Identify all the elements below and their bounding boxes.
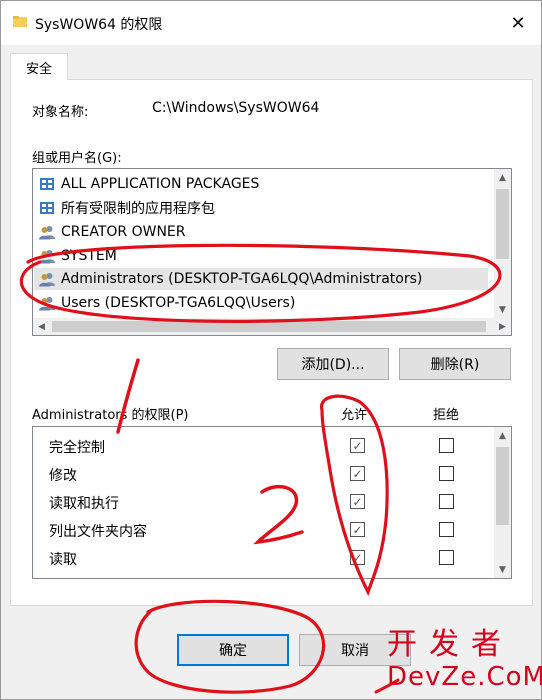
scroll-down-icon[interactable]: ▼: [494, 301, 511, 318]
watermark-line-2: DevZe.CoM: [387, 662, 542, 692]
groups-label: 组或用户名(G):: [32, 151, 122, 166]
list-item-label: ALL APPLICATION PACKAGES: [61, 176, 260, 192]
scroll-thumb[interactable]: [496, 447, 509, 525]
allow-checkbox[interactable]: ✓: [350, 522, 365, 537]
users-icon: [39, 297, 55, 311]
watermark-logo: 开发者 DevZe.CoM: [385, 627, 542, 698]
deny-checkbox[interactable]: [439, 466, 454, 481]
list-item[interactable]: 所有受限制的应用程序包: [39, 197, 489, 219]
allow-checkbox[interactable]: ✓: [350, 494, 365, 509]
object-name-label: 对象名称:: [32, 105, 89, 120]
object-name-value: C:\Windows\SysWOW64: [152, 100, 320, 116]
list-item-label: 所有受限制的应用程序包: [61, 201, 215, 217]
permission-name: 完全控制: [49, 440, 105, 456]
groups-listbox[interactable]: ALL APPLICATION PACKAGES 所有受限制的应用程序包 CRE…: [32, 168, 512, 336]
users-icon: [39, 226, 55, 240]
checkmark-icon: ✓: [352, 550, 363, 565]
permissions-list: 完全控制 ✓ 修改 ✓ 读取和执行 ✓ 列出文件夹内容 ✓ 读取 ✓ ▲ ▼: [32, 426, 512, 579]
users-icon: [39, 250, 55, 264]
scroll-up-icon[interactable]: ▲: [494, 427, 511, 444]
scroll-thumb[interactable]: [496, 189, 509, 259]
window-title: SysWOW64 的权限: [35, 17, 163, 33]
list-item-selected[interactable]: Administrators (DESKTOP-TGA6LQQ\Administ…: [34, 268, 488, 290]
permission-row: 列出文件夹内容 ✓: [33, 516, 493, 544]
permission-row: 修改 ✓: [33, 460, 493, 488]
groups-vertical-scrollbar[interactable]: ▲ ▼: [494, 169, 511, 318]
close-button[interactable]: ✕: [495, 1, 541, 45]
list-item[interactable]: ALL APPLICATION PACKAGES: [39, 173, 489, 195]
app-package-icon: [40, 202, 54, 214]
scroll-up-icon[interactable]: ▲: [494, 169, 511, 186]
cancel-button-label: 取消: [341, 643, 369, 659]
folder-icon: [13, 16, 27, 27]
allow-header: 允许: [341, 408, 368, 423]
remove-button-label: 删除(R): [430, 357, 480, 373]
permission-name: 修改: [49, 468, 77, 484]
permission-row: 完全控制 ✓: [33, 432, 493, 460]
groups-horizontal-scrollbar[interactable]: ◀ ▶: [33, 318, 511, 335]
add-button[interactable]: 添加(D)...: [277, 348, 389, 380]
allow-checkbox[interactable]: ✓: [350, 438, 365, 453]
list-item[interactable]: SYSTEM: [39, 245, 489, 267]
app-package-icon: [40, 178, 54, 190]
permission-name: 列出文件夹内容: [49, 524, 147, 540]
tab-security[interactable]: 安全: [10, 53, 68, 80]
permission-row: 读取和执行 ✓: [33, 488, 493, 516]
deny-checkbox[interactable]: [439, 550, 454, 565]
watermark-line-1: 开发者: [387, 627, 513, 662]
add-button-label: 添加(D)...: [301, 357, 365, 373]
checkmark-icon: ✓: [352, 438, 363, 453]
deny-header: 拒绝: [433, 408, 460, 423]
scroll-right-icon[interactable]: ▶: [494, 318, 511, 335]
allow-checkbox[interactable]: ✓: [350, 550, 365, 565]
list-item-label: SYSTEM: [61, 248, 117, 264]
allow-checkbox[interactable]: ✓: [350, 466, 365, 481]
checkmark-icon: ✓: [352, 494, 363, 509]
deny-checkbox[interactable]: [439, 522, 454, 537]
permissions-dialog: SysWOW64 的权限 ✕ 安全 对象名称: C:\Windows\SysWO…: [0, 0, 542, 700]
checkmark-icon: ✓: [352, 522, 363, 537]
tab-security-label: 安全: [25, 61, 52, 77]
scroll-down-icon[interactable]: ▼: [494, 561, 511, 578]
scroll-left-icon[interactable]: ◀: [33, 318, 50, 335]
permission-row: 读取 ✓: [33, 544, 493, 572]
ok-button-label: 确定: [219, 643, 247, 659]
permissions-label: Administrators 的权限(P): [32, 408, 189, 423]
list-item-label: CREATOR OWNER: [61, 224, 186, 240]
title-bar: SysWOW64 的权限 ✕: [1, 1, 541, 45]
list-item-label: Users (DESKTOP-TGA6LQQ\Users): [61, 295, 296, 311]
permissions-vertical-scrollbar[interactable]: ▲ ▼: [494, 427, 511, 578]
close-icon: ✕: [510, 12, 526, 34]
checkmark-icon: ✓: [352, 466, 363, 481]
ok-button[interactable]: 确定: [177, 634, 289, 666]
deny-checkbox[interactable]: [439, 494, 454, 509]
deny-checkbox[interactable]: [439, 438, 454, 453]
list-item[interactable]: Users (DESKTOP-TGA6LQQ\Users): [39, 292, 489, 314]
permission-name: 读取: [49, 552, 77, 568]
list-item-label: Administrators (DESKTOP-TGA6LQQ\Administ…: [61, 271, 423, 287]
permission-name: 读取和执行: [49, 496, 119, 512]
remove-button[interactable]: 删除(R): [399, 348, 511, 380]
users-icon: [39, 273, 55, 287]
list-item[interactable]: CREATOR OWNER: [39, 221, 489, 243]
scroll-thumb[interactable]: [52, 321, 486, 332]
